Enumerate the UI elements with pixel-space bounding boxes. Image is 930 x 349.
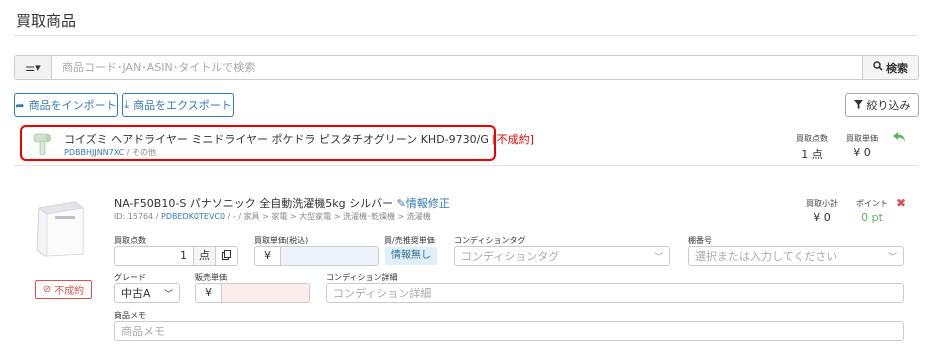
search-bar: ⚌▾ 検索 [14,55,919,80]
item1-category: / その他 [124,148,157,157]
item2-points-value: 0 pt [861,211,883,224]
item2-title: NA-F50B10-S パナソニック 全自動洗濯機5kg シルバー [114,197,394,210]
shelf-placeholder: 選択または入力してください [695,250,838,263]
hair-dryer-thumbnail [32,131,54,157]
item2-id: ID: 15764 / [114,212,161,221]
buy-price-input[interactable] [281,247,378,265]
item1-qty-value: 1 点 [801,148,823,161]
suggested-price-value: 情報無し [385,247,437,265]
item1-status-tag: [不成約] [492,133,534,146]
condition-tag-select[interactable]: コンディションタグ ﹀ [454,246,670,266]
item1-price-label: 買取単価 [846,134,878,143]
condition-detail-textarea[interactable]: コンディション詳細 [326,283,904,303]
search-input[interactable] [52,56,862,79]
item1-subinfo: PDBBHJJNN7XC / その他 [64,147,156,158]
sell-price-yen: ¥ [196,284,222,302]
ng-button[interactable]: ⊘ 不成約 [35,280,92,299]
download-icon: ⤓ [124,98,130,111]
item1-code-link[interactable]: PDBBHJJNN7XC [64,148,124,157]
funnel-icon [853,99,863,112]
item1-qty-label: 買取点数 [796,134,828,143]
item-divider [14,165,918,166]
undo-icon[interactable] [893,132,906,146]
share-arrow-icon: ➦ [15,98,25,112]
shelf-select[interactable]: 選択または入力してください ﹀ [688,246,904,266]
item2-name: NA-F50B10-S パナソニック 全自動洗濯機5kg シルバー ✎情報修正 [114,195,450,211]
item2-points-label: ポイント [856,199,888,208]
item2-subinfo: ID: 15764 / PDBEDK0TEVC0 / - / 家具 > 家電 >… [114,211,431,222]
qty-field-label: 買取点数 [114,236,146,245]
item2-subtotal-value: ¥ 0 [813,211,831,224]
edit-info-link[interactable]: ✎情報修正 [397,197,450,210]
chevron-down-icon: ﹀ [163,289,173,300]
item2-code-link[interactable]: PDBEDK0TEVC0 [161,212,225,221]
sell-price-label: 販売単価 [195,273,227,282]
sell-price-group: ¥ [195,283,310,303]
edit-info-label: 情報修正 [405,197,450,210]
condition-detail-placeholder: コンディション詳細 [333,287,432,300]
ban-icon: ⊘ [42,284,52,295]
condition-tag-label: コンディションタグ [454,236,526,245]
qty-unit: 点 [193,247,215,265]
item1-name[interactable]: コイズミ ヘアドライヤー ミニドライヤー ポケドラ ピスタチオグリーン KHD-… [64,131,534,147]
memo-textarea[interactable]: 商品メモ [114,321,904,341]
washing-machine-thumbnail [33,196,86,258]
qty-input-group: 1 点 [114,246,238,266]
condition-tag-placeholder: コンディションタグ [461,250,560,263]
buy-price-yen: ¥ [255,247,281,265]
item2-subtotal-label: 買取小計 [806,199,838,208]
chevron-down-icon: ﹀ [887,252,897,263]
condition-detail-label: コンディション詳細 [326,273,398,282]
item1-qty: 買取点数 1 点 [792,133,832,162]
buy-price-group: ¥ [254,246,379,266]
qty-input[interactable]: 1 [115,247,193,265]
grade-value: 中古A [121,287,151,300]
item1-price: 買取単価 ¥ 0 [842,133,882,159]
filter-button[interactable]: 絞り込み [845,93,919,117]
item1-price-value: ¥ 0 [853,146,871,159]
item1-title: コイズミ ヘアドライヤー ミニドライヤー ポケドラ ピスタチオグリーン KHD-… [64,133,489,146]
copy-icon [222,249,231,263]
search-button-label: 検索 [886,61,908,75]
chevron-down-icon: ﹀ [653,252,663,263]
search-button[interactable]: 検索 [862,56,918,79]
grade-label: グレード [114,273,146,282]
import-label: 商品をインポート [28,99,117,112]
sliders-icon: ⚌▾ [25,61,41,74]
remove-icon[interactable]: ✖ [896,196,906,210]
ng-button-label: 不成約 [54,286,85,297]
buy-price-label: 買取単価(税込) [254,236,309,245]
page-title: 買取商品 [16,12,77,30]
export-button[interactable]: ⤓ 商品をエクスポート [122,93,234,117]
grade-select[interactable]: 中古A ﹀ [114,283,180,303]
search-filter-button[interactable]: ⚌▾ [15,56,52,79]
export-label: 商品をエクスポート [133,99,232,112]
sell-price-input[interactable] [222,284,309,302]
suggested-price-label: 買/売推奨単価 [384,236,435,245]
title-divider [14,35,918,36]
item2-points: ポイント 0 pt [852,198,892,224]
memo-label: 商品メモ [114,311,146,320]
item2-path: / - / 家具 > 家電 > 大型家電 > 洗濯機･乾燥機 > 洗濯機 [225,212,431,221]
pencil-icon: ✎ [396,197,406,210]
filter-label: 絞り込み [866,99,911,112]
search-icon [873,61,883,74]
shelf-label: 棚番号 [688,236,712,245]
item2-subtotal: 買取小計 ¥ 0 [800,198,844,224]
import-button[interactable]: ➦ 商品をインポート [14,93,118,117]
copy-button[interactable] [215,247,237,265]
memo-placeholder: 商品メモ [121,325,165,338]
